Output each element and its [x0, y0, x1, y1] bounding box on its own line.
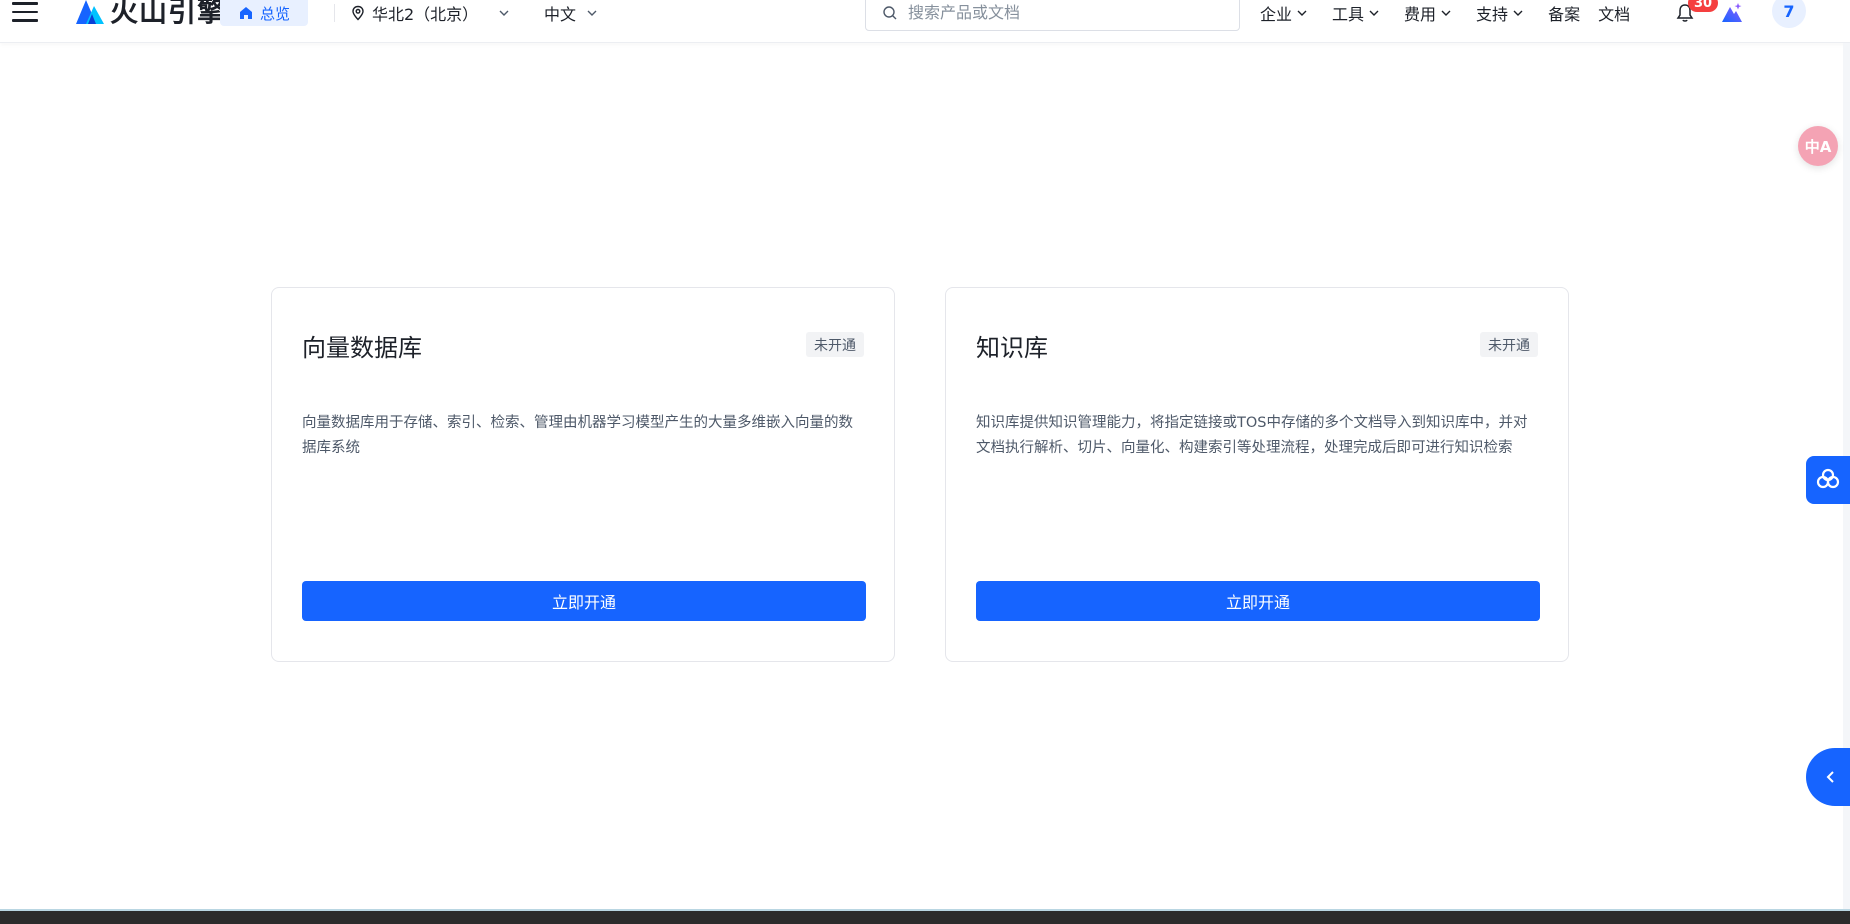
volcano-logo-icon: [76, 0, 104, 24]
knowledge-base-card: 知识库 未开通 知识库提供知识管理能力，将指定链接或TOS中存储的多个文档导入到…: [945, 287, 1569, 662]
region-selector[interactable]: 华北2（北京）: [350, 0, 510, 26]
activate-button[interactable]: 立即开通: [976, 581, 1540, 621]
search-icon: [883, 5, 897, 19]
nav-docs[interactable]: 文档: [1598, 1, 1630, 25]
nav-enterprise[interactable]: 企业: [1260, 1, 1308, 25]
language-selector[interactable]: 中文: [544, 0, 598, 26]
nav-filing-label: 备案: [1548, 5, 1581, 24]
chevron-down-icon: [587, 10, 597, 16]
nav-enterprise-label: 企业: [1260, 5, 1293, 24]
hamburger-menu-icon[interactable]: [12, 2, 38, 24]
location-pin-icon: [352, 5, 364, 21]
top-navigation-bar: 火山引擎 总览 华北2（北京） 中文 企业: [0, 0, 1850, 43]
card-description: 向量数据库用于存储、索引、检索、管理由机器学习模型产生的大量多维嵌入向量的数据库…: [302, 415, 853, 456]
divider: [334, 4, 335, 22]
assistant-float-button[interactable]: [1806, 456, 1850, 504]
chevron-down-icon: [1513, 10, 1523, 16]
home-icon: [239, 7, 252, 19]
chevron-down-icon: [1441, 10, 1451, 16]
status-badge: 未开通: [1480, 332, 1538, 357]
overview-tab-label: 总览: [259, 4, 290, 23]
language-label: 中文: [544, 5, 577, 24]
nav-support-label: 支持: [1476, 5, 1509, 24]
logo-text: 火山引擎: [110, 0, 227, 28]
translate-icon: 中A: [1804, 137, 1832, 156]
chevron-down-icon: [1297, 10, 1307, 16]
user-avatar[interactable]: 7: [1772, 0, 1806, 28]
nav-tools-label: 工具: [1332, 5, 1365, 24]
region-label: 华北2（北京）: [372, 5, 479, 24]
chevron-down-icon: [499, 10, 509, 16]
card-title: 知识库: [976, 334, 1048, 362]
card-title: 向量数据库: [302, 334, 422, 362]
nav-billing[interactable]: 费用: [1404, 1, 1452, 25]
collapse-panel-button[interactable]: [1806, 748, 1850, 806]
search-box[interactable]: [865, 0, 1240, 31]
activate-button[interactable]: 立即开通: [302, 581, 866, 621]
nav-docs-label: 文档: [1598, 5, 1631, 24]
assistant-cloud-icon: [1816, 468, 1840, 489]
notification-badge: 30: [1688, 0, 1718, 12]
top-nav-links: 企业 工具 费用 支持 备案 文档: [1260, 0, 1648, 26]
card-description: 知识库提供知识管理能力，将指定链接或TOS中存储的多个文档导入到知识库中，并对文…: [976, 415, 1528, 456]
chevron-left-icon: [1826, 771, 1834, 783]
vector-database-card: 向量数据库 未开通 向量数据库用于存储、索引、检索、管理由机器学习模型产生的大量…: [271, 287, 895, 662]
nav-billing-label: 费用: [1404, 5, 1437, 24]
ai-mountain-icon[interactable]: [1720, 1, 1744, 25]
nav-filing[interactable]: 备案: [1548, 1, 1580, 25]
overview-tab[interactable]: 总览: [220, 0, 308, 26]
logo[interactable]: 火山引擎: [74, 0, 226, 28]
translate-float-button[interactable]: 中A: [1798, 126, 1838, 166]
status-badge: 未开通: [806, 332, 864, 357]
search-input[interactable]: [908, 3, 1208, 22]
nav-support[interactable]: 支持: [1476, 1, 1524, 25]
chevron-down-icon: [1369, 10, 1379, 16]
os-taskbar: [0, 909, 1850, 924]
nav-tools[interactable]: 工具: [1332, 1, 1380, 25]
